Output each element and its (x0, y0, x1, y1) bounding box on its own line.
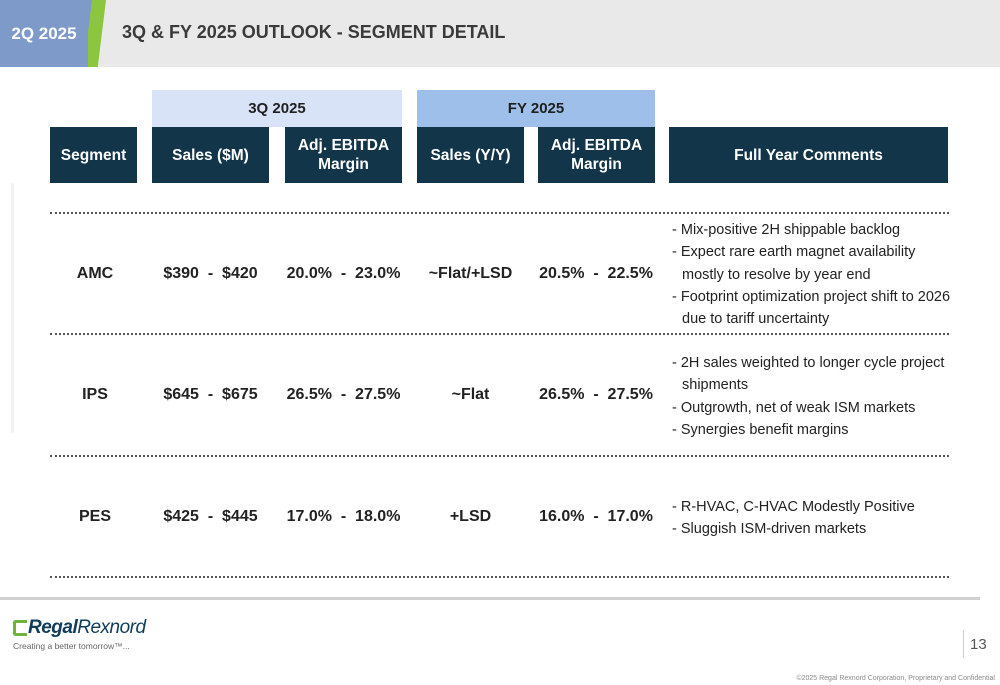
column-header-margin-3q-line2: Margin (318, 156, 369, 173)
row-separator (50, 576, 949, 578)
sales-fy-growth: +LSD (449, 508, 492, 525)
group-header-fy: FY 2025 (417, 90, 655, 127)
left-margin-rule (11, 183, 14, 433)
margin-fy-range: 26.5% - 27.5% (539, 386, 653, 403)
column-header-comments: Full Year Comments (669, 127, 948, 183)
regal-rexnord-logo-icon (13, 620, 27, 636)
page-number: 13 (970, 636, 987, 653)
sales-fy-growth: ~Flat/+LSD (428, 265, 513, 282)
sales-3q-range: $645 - $675 (163, 386, 258, 403)
company-tagline: Creating a better tomorrow™... (13, 641, 130, 651)
quarter-tab-label: 2Q 2025 (11, 24, 77, 43)
sales-fy-growth: ~Flat (451, 386, 490, 403)
comment-item: Expect rare earth magnet availability mo… (672, 241, 952, 286)
column-header-margin-fy-label: Adj. EBITDA Margin (551, 136, 642, 174)
column-header-sales-fy: Sales (Y/Y) (417, 127, 524, 183)
margin-3q-range: 26.5% - 27.5% (286, 386, 401, 403)
group-header-3q: 3Q 2025 (152, 90, 402, 127)
comments-list: R-HVAC, C-HVAC Modestly Positive Sluggis… (672, 496, 952, 541)
column-header-sales-3q: Sales ($M) (152, 127, 269, 183)
comment-item: 2H sales weighted to longer cycle projec… (672, 352, 952, 397)
row-separator (50, 212, 949, 214)
column-header-margin-3q: Adj. EBITDA Margin (285, 127, 402, 183)
column-header-sales-3q-label: Sales ($M) (172, 146, 249, 164)
comment-item: Mix-positive 2H shippable backlog (672, 219, 952, 241)
column-header-comments-label: Full Year Comments (734, 146, 883, 164)
margin-3q-range: 17.0% - 18.0% (286, 508, 401, 525)
column-header-margin-fy: Adj. EBITDA Margin (538, 127, 655, 183)
comment-item: R-HVAC, C-HVAC Modestly Positive (672, 496, 952, 518)
column-header-margin-fy-line2: Margin (571, 156, 622, 173)
column-header-margin-fy-line1: Adj. EBITDA (550, 137, 643, 154)
comment-item: Synergies benefit margins (672, 419, 952, 441)
margin-3q-range: 20.0% - 23.0% (286, 265, 401, 282)
footer-divider (0, 597, 980, 600)
page-title: 3Q & FY 2025 OUTLOOK - SEGMENT DETAIL (122, 22, 506, 42)
column-header-segment: Segment (50, 127, 137, 183)
comment-item: Footprint optimization project shift to … (672, 286, 952, 331)
column-header-margin-3q-label: Adj. EBITDA Margin (298, 136, 389, 174)
row-separator (50, 455, 949, 457)
page-number-divider (963, 630, 964, 658)
logo-regal-text: Regal (28, 617, 78, 638)
segment-name: PES (78, 508, 111, 525)
column-header-sales-fy-label: Sales (Y/Y) (430, 146, 511, 164)
comment-item: Outgrowth, net of weak ISM markets (672, 397, 952, 419)
margin-fy-range: 20.5% - 22.5% (539, 265, 653, 282)
segment-name: IPS (82, 386, 108, 403)
sales-3q-range: $390 - $420 (163, 265, 258, 282)
column-header-margin-3q-line1: Adj. EBITDA (297, 137, 390, 154)
comments-list: 2H sales weighted to longer cycle projec… (672, 352, 952, 441)
row-separator (50, 333, 949, 335)
segment-name: AMC (76, 265, 114, 282)
company-logo: RegalRexnord (28, 617, 146, 639)
margin-fy-range: 16.0% - 17.0% (539, 508, 653, 525)
column-header-segment-label: Segment (60, 146, 127, 164)
copyright-notice: ©2025 Regal Rexnord Corporation, Proprie… (796, 675, 995, 682)
logo-rexnord-text: Rexnord (77, 617, 146, 638)
sales-3q-range: $425 - $445 (163, 508, 258, 525)
comments-list: Mix-positive 2H shippable backlog Expect… (672, 219, 952, 330)
comment-item: Sluggish ISM-driven markets (672, 518, 952, 540)
